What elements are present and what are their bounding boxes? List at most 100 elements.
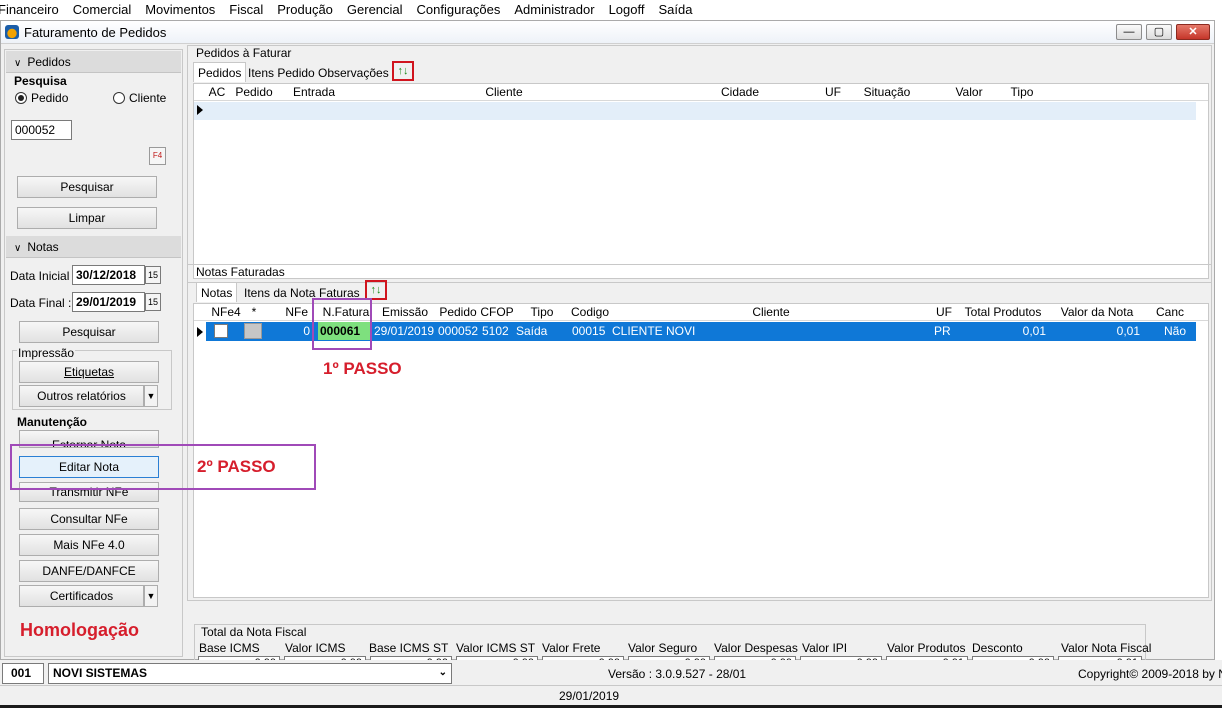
col-total-produtos[interactable]: Total Produtos: [956, 304, 1050, 321]
data-inicial-label: Data Inicial :: [10, 269, 77, 283]
tab-observacoes[interactable]: Observações: [314, 63, 393, 83]
pedidos-section-header[interactable]: ∨ Pedidos: [6, 51, 181, 73]
empresa-name: NOVI SISTEMAS: [53, 666, 148, 680]
chevron-down-icon: ⌄: [438, 667, 447, 678]
col-emissao[interactable]: Emissão: [374, 304, 436, 321]
tab-pedidos[interactable]: Pedidos: [193, 62, 247, 82]
status-divider: [0, 685, 1222, 686]
radio-cliente-label[interactable]: Cliente: [129, 91, 166, 105]
menu-administrador[interactable]: Administrador: [507, 0, 601, 19]
passo2-label: 2º PASSO: [197, 457, 276, 476]
radio-cliente[interactable]: [113, 92, 125, 104]
col-codigo[interactable]: Codigo: [570, 304, 610, 321]
col-cfop[interactable]: CFOP: [480, 304, 514, 321]
calendar-icon[interactable]: 15: [145, 266, 161, 284]
col-situacao[interactable]: Situação: [846, 84, 928, 101]
menu-financeiro[interactable]: Financeiro: [0, 0, 66, 19]
label-valor-seguro: Valor Seguro: [628, 641, 698, 655]
close-icon: ✕: [1188, 26, 1198, 38]
outros-relatorios-dropdown[interactable]: ▼: [144, 385, 158, 407]
col-tipo[interactable]: Tipo: [1010, 84, 1034, 101]
col-entrada[interactable]: Entrada: [280, 84, 348, 101]
chevron-down-icon: ▼: [146, 391, 156, 401]
col-uf[interactable]: UF: [932, 304, 956, 321]
manutencao-label: Manutenção: [17, 415, 88, 429]
passo1-label: 1º PASSO: [323, 359, 402, 378]
pedidos-frame-title: Pedidos à Faturar: [196, 46, 292, 60]
certificados-dropdown[interactable]: ▼: [144, 585, 158, 607]
radio-pedido[interactable]: [15, 92, 27, 104]
pedidos-empty-row[interactable]: [194, 102, 1196, 120]
menu-bar: Financeiro Comercial Movimentos Fiscal P…: [0, 0, 1222, 19]
pedidos-grid[interactable]: AC Pedido Entrada Cliente Cidade UF Situ…: [193, 83, 1209, 279]
f4-icon: F4: [152, 151, 163, 160]
tab-notas[interactable]: Notas: [196, 282, 238, 302]
radio-pedido-label[interactable]: Pedido: [31, 91, 68, 105]
tab-itens-pedido[interactable]: Itens Pedido: [244, 63, 319, 83]
cell-uf: PR: [934, 324, 951, 338]
tab-itens-da-nota[interactable]: Itens da Nota: [240, 283, 319, 303]
col-nfe[interactable]: NFe: [264, 304, 316, 321]
col-cliente[interactable]: Cliente: [610, 304, 932, 321]
sort-arrows-icon[interactable]: ↑↓: [392, 61, 414, 81]
pesquisar-notas-button[interactable]: Pesquisar: [19, 321, 159, 343]
pedidos-header-label: Pedidos: [27, 55, 71, 69]
search-input[interactable]: 000052: [11, 120, 72, 140]
etiquetas-button[interactable]: Etiquetas: [19, 361, 159, 383]
label-valor-frete: Valor Frete: [542, 641, 601, 655]
row-pointer-icon: [197, 105, 203, 115]
col-pedido[interactable]: Pedido: [228, 84, 280, 101]
menu-gerencial[interactable]: Gerencial: [340, 0, 410, 19]
col-cidade[interactable]: Cidade: [660, 84, 820, 101]
label-desconto: Desconto: [972, 641, 1023, 655]
outros-relatorios-button[interactable]: Outros relatórios: [19, 385, 144, 407]
col-cliente[interactable]: Cliente: [348, 84, 660, 101]
col-ac[interactable]: AC: [206, 84, 228, 101]
sort-arrows-icon[interactable]: ↑↓: [365, 280, 387, 300]
notas-section-header[interactable]: ∨ Notas: [6, 236, 181, 258]
consultar-nfe-button[interactable]: Consultar NFe: [19, 508, 159, 530]
col-valor-da-nota[interactable]: Valor da Nota: [1050, 304, 1144, 321]
col-star[interactable]: *: [244, 304, 264, 321]
empresa-select[interactable]: NOVI SISTEMAS ⌄: [48, 663, 452, 684]
menu-saida[interactable]: Saída: [652, 0, 700, 19]
col-tipo[interactable]: Tipo: [514, 304, 570, 321]
pesquisar-button[interactable]: Pesquisar: [17, 176, 157, 198]
maximize-button[interactable]: ▢: [1146, 24, 1172, 40]
menu-producao[interactable]: Produção: [270, 0, 340, 19]
col-canc[interactable]: Canc: [1144, 304, 1196, 321]
star-cell-button[interactable]: [244, 323, 262, 339]
cell-tipo: Saída: [516, 324, 548, 338]
minimize-button[interactable]: —: [1116, 24, 1142, 40]
menu-movimentos[interactable]: Movimentos: [138, 0, 222, 19]
menu-comercial[interactable]: Comercial: [66, 0, 139, 19]
menu-fiscal[interactable]: Fiscal: [222, 0, 270, 19]
danfe-button[interactable]: DANFE/DANFCE: [19, 560, 159, 582]
col-pedido[interactable]: Pedido: [436, 304, 480, 321]
mais-nfe-button[interactable]: Mais NFe 4.0: [19, 534, 159, 556]
limpar-button[interactable]: Limpar: [17, 207, 157, 229]
cell-nfe: 0: [303, 324, 310, 338]
data-final-input[interactable]: 29/01/2019: [72, 292, 145, 312]
version-text: Versão : 3.0.9.527 - 28/01: [608, 667, 747, 681]
left-panel: ∨ Pedidos Pesquisa Pedido Cliente 000052 …: [4, 49, 183, 657]
cell-pedido: 000052: [438, 324, 479, 338]
menu-logoff[interactable]: Logoff: [602, 0, 652, 19]
calendar-icon[interactable]: 15: [145, 293, 161, 311]
col-uf[interactable]: UF: [820, 84, 846, 101]
cell-cfop: 5102: [482, 324, 509, 338]
col-nfe4[interactable]: NFe4: [208, 304, 244, 321]
status-bar: 001 NOVI SISTEMAS ⌄ Versão : 3.0.9.527 -…: [0, 660, 1222, 708]
close-button[interactable]: ✕: [1176, 24, 1210, 40]
f4-lookup-button[interactable]: F4: [149, 147, 166, 165]
menu-configuracoes[interactable]: Configurações: [410, 0, 508, 19]
col-valor[interactable]: Valor: [928, 84, 1010, 101]
cell-canc: Não: [1164, 324, 1187, 338]
label-valor-ipi: Valor IPI: [802, 641, 848, 655]
empresa-code: 001: [2, 663, 44, 684]
faturamento-window: Faturamento de Pedidos — ▢ ✕ ∨ Pedidos Pe…: [0, 20, 1215, 664]
data-inicial-input[interactable]: 30/12/2018: [72, 265, 145, 285]
certificados-button[interactable]: Certificados: [19, 585, 144, 607]
label-valor-produtos: Valor Produtos: [887, 641, 966, 655]
nfe4-checkbox[interactable]: [214, 324, 228, 338]
